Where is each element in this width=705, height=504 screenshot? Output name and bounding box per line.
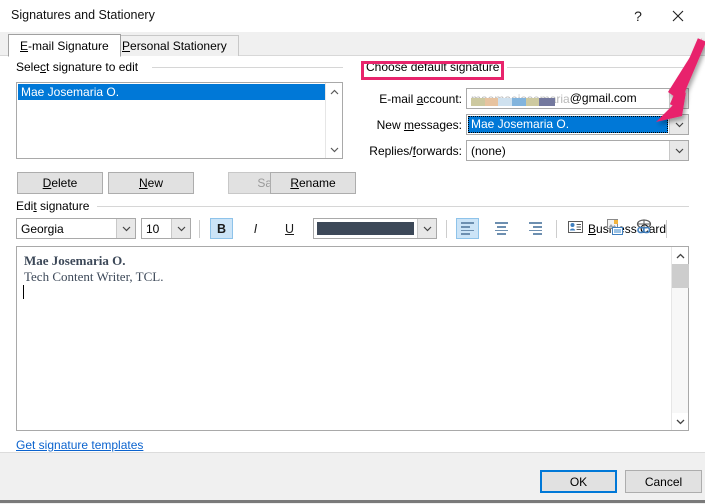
- font-family-combo[interactable]: Georgia: [16, 218, 136, 239]
- redacted-email-prefix: maemaejosemaria: [471, 92, 570, 106]
- email-account-label: E-mail account:: [379, 92, 462, 106]
- email-account-value: maemaejosemaria @gmail.com: [467, 91, 669, 106]
- font-size-value: 10: [146, 221, 160, 236]
- signature-list[interactable]: Mae Josemaria O.: [16, 82, 343, 159]
- list-item[interactable]: Mae Josemaria O.: [18, 84, 325, 100]
- toolbar-separator-3: [556, 220, 557, 238]
- bold-button[interactable]: B: [210, 218, 233, 239]
- signature-list-scrollbar[interactable]: [325, 83, 342, 158]
- chevron-down-icon[interactable]: [669, 141, 688, 160]
- chevron-down-icon[interactable]: [116, 219, 135, 238]
- close-icon[interactable]: [659, 0, 697, 32]
- replies-forwards-label: Replies/forwards:: [369, 144, 462, 158]
- tab-email-signature-label-rest: -mail Signature: [28, 38, 109, 53]
- toolbar-separator-4: [666, 220, 667, 238]
- editor-scroll-thumb[interactable]: [672, 264, 689, 288]
- tab-strip: E-mail Signature Personal Stationery: [0, 32, 705, 57]
- chevron-up-icon[interactable]: [672, 247, 689, 264]
- chevron-down-icon[interactable]: [171, 219, 190, 238]
- email-account-combo[interactable]: maemaejosemaria @gmail.com: [466, 88, 689, 109]
- rename-button[interactable]: Rename: [270, 172, 356, 194]
- align-center-button[interactable]: [490, 218, 513, 239]
- toolbar-separator: [199, 220, 200, 238]
- chevron-down-icon[interactable]: [417, 219, 436, 238]
- formatting-toolbar: Georgia 10 B I U Business Card: [16, 218, 689, 242]
- choose-default-group-label: Choose default signature: [366, 60, 500, 74]
- tab-personal-stationery-label-rest: ersonal Stationery: [130, 39, 227, 53]
- chevron-down-icon[interactable]: [672, 413, 689, 430]
- align-right-icon: [529, 222, 542, 235]
- signature-line-1: Mae Josemaria O.: [24, 253, 126, 268]
- dialog-body: Select signature to edit Mae Josemaria O…: [0, 56, 705, 452]
- replies-forwards-combo[interactable]: (none): [466, 140, 689, 161]
- font-size-combo[interactable]: 10: [141, 218, 191, 239]
- text-caret: [23, 285, 24, 299]
- delete-button[interactable]: Delete: [17, 172, 103, 194]
- insert-picture-button[interactable]: [604, 218, 627, 239]
- new-messages-value: Mae Josemaria O.: [468, 116, 668, 133]
- new-button[interactable]: New: [108, 172, 194, 194]
- signature-line-2: Tech Content Writer, TCL.: [24, 269, 164, 284]
- toolbar-separator-2: [446, 220, 447, 238]
- chevron-down-icon[interactable]: [669, 89, 688, 108]
- underline-label: U: [284, 221, 295, 236]
- align-right-button[interactable]: [524, 218, 547, 239]
- signatures-and-stationery-dialog: Signatures and Stationery ? E-mail Signa…: [0, 0, 705, 504]
- business-card-icon: [568, 221, 583, 236]
- edit-signature-rule: [97, 206, 689, 207]
- hyperlink-icon: [634, 219, 654, 238]
- align-left-icon: [461, 222, 474, 235]
- italic-button[interactable]: I: [244, 218, 267, 239]
- help-question-icon[interactable]: ?: [619, 0, 657, 32]
- tab-personal-stationery[interactable]: Personal Stationery: [110, 35, 239, 56]
- ok-button[interactable]: OK: [540, 470, 617, 493]
- dialog-footer: OK Cancel: [0, 452, 705, 504]
- editor-scrollbar[interactable]: [671, 247, 689, 430]
- font-family-value: Georgia: [21, 221, 64, 236]
- new-messages-combo[interactable]: Mae Josemaria O.: [466, 114, 689, 135]
- chevron-down-icon[interactable]: [326, 141, 343, 158]
- tab-email-signature[interactable]: E-mail Signature: [8, 34, 121, 57]
- align-center-icon: [495, 222, 508, 235]
- choose-default-rule: [507, 67, 689, 68]
- get-signature-templates-link[interactable]: Get signature templates: [16, 438, 143, 452]
- edit-signature-group-label: Edit signature: [16, 199, 90, 213]
- insert-picture-icon: [607, 219, 624, 238]
- select-signature-rule: [152, 67, 343, 68]
- signature-editor[interactable]: Mae Josemaria O. Tech Content Writer, TC…: [16, 246, 689, 431]
- font-color-picker[interactable]: [313, 218, 437, 239]
- italic-label: I: [253, 221, 258, 236]
- chevron-down-icon[interactable]: [669, 115, 688, 134]
- font-color-swatch: [317, 222, 414, 235]
- title-bar: Signatures and Stationery ?: [0, 0, 705, 32]
- new-messages-label: New messages:: [376, 118, 462, 132]
- cancel-button[interactable]: Cancel: [625, 470, 702, 493]
- redaction-bars: [471, 97, 570, 106]
- page-title: Signatures and Stationery: [11, 8, 155, 22]
- underline-button[interactable]: U: [278, 218, 301, 239]
- email-domain: @gmail.com: [569, 91, 637, 106]
- signature-content: Mae Josemaria O. Tech Content Writer, TC…: [24, 253, 163, 285]
- align-left-button[interactable]: [456, 218, 479, 239]
- chevron-up-icon[interactable]: [326, 83, 343, 100]
- bold-label: B: [216, 221, 227, 236]
- insert-hyperlink-button[interactable]: [632, 218, 655, 239]
- replies-forwards-value: (none): [471, 143, 506, 158]
- select-signature-group-label: Select signature to edit: [16, 60, 139, 74]
